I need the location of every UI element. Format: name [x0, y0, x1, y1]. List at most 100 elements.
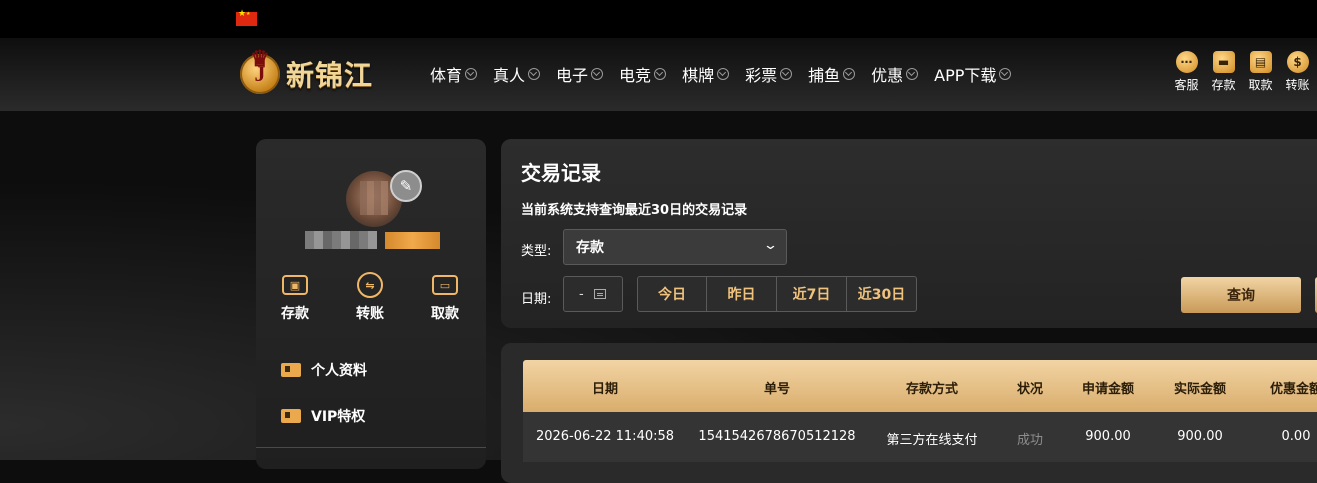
cell-requested-amount: 900.00 — [1085, 429, 1131, 444]
card-icon: ▭ — [432, 275, 458, 295]
table-row: 2026-06-22 11:40:58 1541542678670512128 … — [523, 412, 1317, 462]
tool-label: 客服 — [1174, 78, 1199, 92]
page-title: 交易记录 — [521, 161, 601, 185]
date-label: 日期: — [521, 292, 552, 307]
chevron-down-icon — [906, 68, 919, 80]
wallet-icon: ▬ — [1212, 51, 1235, 73]
query-button[interactable]: 查询 — [1181, 277, 1301, 313]
nav-label: 彩票 — [745, 66, 778, 85]
quick-label: 取款 — [431, 306, 459, 322]
nav-label: 真人 — [493, 66, 526, 85]
id-card-icon — [281, 363, 301, 377]
quick-deposit-button[interactable]: ▣ 存款 — [281, 275, 309, 323]
calendar-icon — [593, 289, 606, 299]
cell-order-no: 1541542678670512128 — [698, 429, 856, 444]
date-range-buttons: 今日 昨日 近7日 近30日 — [637, 276, 917, 312]
chevron-down-icon — [843, 68, 856, 80]
nav-label: 体育 — [430, 66, 463, 85]
wallet-icon: ▣ — [282, 275, 308, 295]
nav-label: 优惠 — [871, 66, 904, 85]
nav-label: 捕鱼 — [808, 66, 841, 85]
nav-label: 电竞 — [619, 66, 652, 85]
table-header: 日期 单号 存款方式 状况 申请金额 实际金额 优惠金额 — [523, 360, 1317, 412]
china-flag-icon[interactable] — [236, 9, 257, 26]
chevron-down-icon — [591, 68, 604, 80]
quick-label: 转账 — [356, 306, 384, 322]
records-hint: 当前系统支持查询最近30日的交易记录 — [521, 203, 748, 218]
tool-withdraw[interactable]: ▤ 取款 — [1242, 51, 1279, 93]
cell-bonus-amount: 0.00 — [1281, 429, 1311, 444]
quick-transfer-button[interactable]: ⇋ 转账 — [356, 272, 384, 323]
type-select-value: 存款 — [576, 240, 604, 256]
date-range-value: - — [579, 286, 584, 302]
range-7days-button[interactable]: 近7日 — [777, 276, 847, 312]
nav-item-sports[interactable]: 体育 — [430, 62, 478, 86]
nav-item-cards[interactable]: 棋牌 — [682, 62, 730, 86]
chevron-down-icon: ⌄ — [762, 238, 779, 253]
header-tools: ⋯ 客服 ▬ 存款 ▤ 取款 $ 转账 — [1168, 51, 1316, 93]
range-30days-button[interactable]: 近30日 — [847, 276, 917, 312]
quick-label: 存款 — [281, 306, 309, 322]
brand-logo[interactable]: ♛ J 新锦江 — [240, 44, 373, 104]
range-today-button[interactable]: 今日 — [637, 276, 707, 312]
col-actual-amount: 实际金额 — [1173, 382, 1227, 397]
cell-method: 第三方在线支付 — [886, 433, 978, 448]
sidebar-divider — [256, 447, 486, 448]
nav-item-live[interactable]: 真人 — [493, 62, 541, 86]
status-badge: 成功 — [1016, 433, 1044, 448]
nav-item-esports[interactable]: 电竞 — [619, 62, 667, 86]
coin-icon: $ — [1286, 51, 1309, 73]
account-sidebar: ✎ ▣ 存款 ⇋ 转账 ▭ 取款 个人资料 VIP特权 — [256, 139, 486, 469]
range-yesterday-button[interactable]: 昨日 — [707, 276, 777, 312]
nav-label: APP下载 — [934, 66, 997, 85]
chevron-down-icon — [717, 68, 730, 80]
date-range-input[interactable]: - — [563, 276, 623, 312]
chevron-down-icon — [780, 68, 793, 80]
cash-icon: ▤ — [1249, 51, 1272, 73]
type-label: 类型: — [521, 244, 552, 259]
cell-date: 2026-06-22 11:40:58 — [535, 429, 675, 444]
sidebar-item-vip[interactable]: VIP特权 — [281, 406, 365, 426]
logo-badge-icon: ♛ J — [240, 46, 280, 94]
top-strip — [0, 0, 1317, 38]
tool-label: 存款 — [1211, 78, 1236, 92]
menu-label: 个人资料 — [311, 363, 367, 379]
edit-icon: ✎ — [399, 177, 413, 195]
chevron-down-icon — [654, 68, 667, 80]
col-status: 状况 — [1016, 382, 1044, 397]
nav-item-fishing[interactable]: 捕鱼 — [808, 62, 856, 86]
tool-deposit[interactable]: ▬ 存款 — [1205, 51, 1242, 93]
nav-item-slots[interactable]: 电子 — [556, 62, 604, 86]
nav-label: 电子 — [556, 66, 589, 85]
edit-profile-button[interactable]: ✎ — [390, 170, 422, 202]
col-requested-amount: 申请金额 — [1081, 382, 1135, 397]
tool-label: 取款 — [1248, 78, 1273, 92]
crown-icon: ♛ — [250, 46, 270, 71]
col-method: 存款方式 — [905, 382, 959, 397]
vip-badge-blurred — [385, 232, 440, 249]
tool-customer-service[interactable]: ⋯ 客服 — [1168, 51, 1205, 93]
nav-item-lottery[interactable]: 彩票 — [745, 62, 793, 86]
tool-label: 转账 — [1285, 78, 1310, 92]
records-filter-panel: 交易记录 当前系统支持查询最近30日的交易记录 类型: 存款 ⌄ 日期: - 今… — [501, 139, 1317, 328]
records-table-panel: 日期 单号 存款方式 状况 申请金额 实际金额 优惠金额 2026-06-22 … — [501, 343, 1317, 483]
chevron-down-icon — [465, 68, 478, 80]
sidebar-item-profile[interactable]: 个人资料 — [281, 360, 367, 380]
col-date: 日期 — [591, 382, 619, 397]
type-select[interactable]: 存款 ⌄ — [563, 229, 787, 265]
col-order-no: 单号 — [763, 382, 791, 397]
nav-item-promotions[interactable]: 优惠 — [871, 62, 919, 86]
username-blurred — [305, 231, 377, 249]
chevron-down-icon — [999, 68, 1012, 80]
main-nav: 体育 真人 电子 电竞 棋牌 彩票 捕鱼 优惠 APP下载 — [430, 62, 1027, 86]
brand-name: 新锦江 — [286, 59, 374, 92]
col-bonus-amount: 优惠金额 — [1269, 382, 1317, 397]
tool-transfer[interactable]: $ 转账 — [1279, 51, 1316, 93]
site-header: ♛ J 新锦江 体育 真人 电子 电竞 棋牌 彩票 捕鱼 优惠 APP下载 ⋯ 客… — [0, 38, 1317, 111]
chevron-down-icon — [528, 68, 541, 80]
nav-item-app-download[interactable]: APP下载 — [934, 62, 1012, 86]
chat-icon: ⋯ — [1175, 51, 1198, 73]
cell-actual-amount: 900.00 — [1177, 429, 1223, 444]
quick-withdraw-button[interactable]: ▭ 取款 — [431, 275, 459, 323]
nav-label: 棋牌 — [682, 66, 715, 85]
